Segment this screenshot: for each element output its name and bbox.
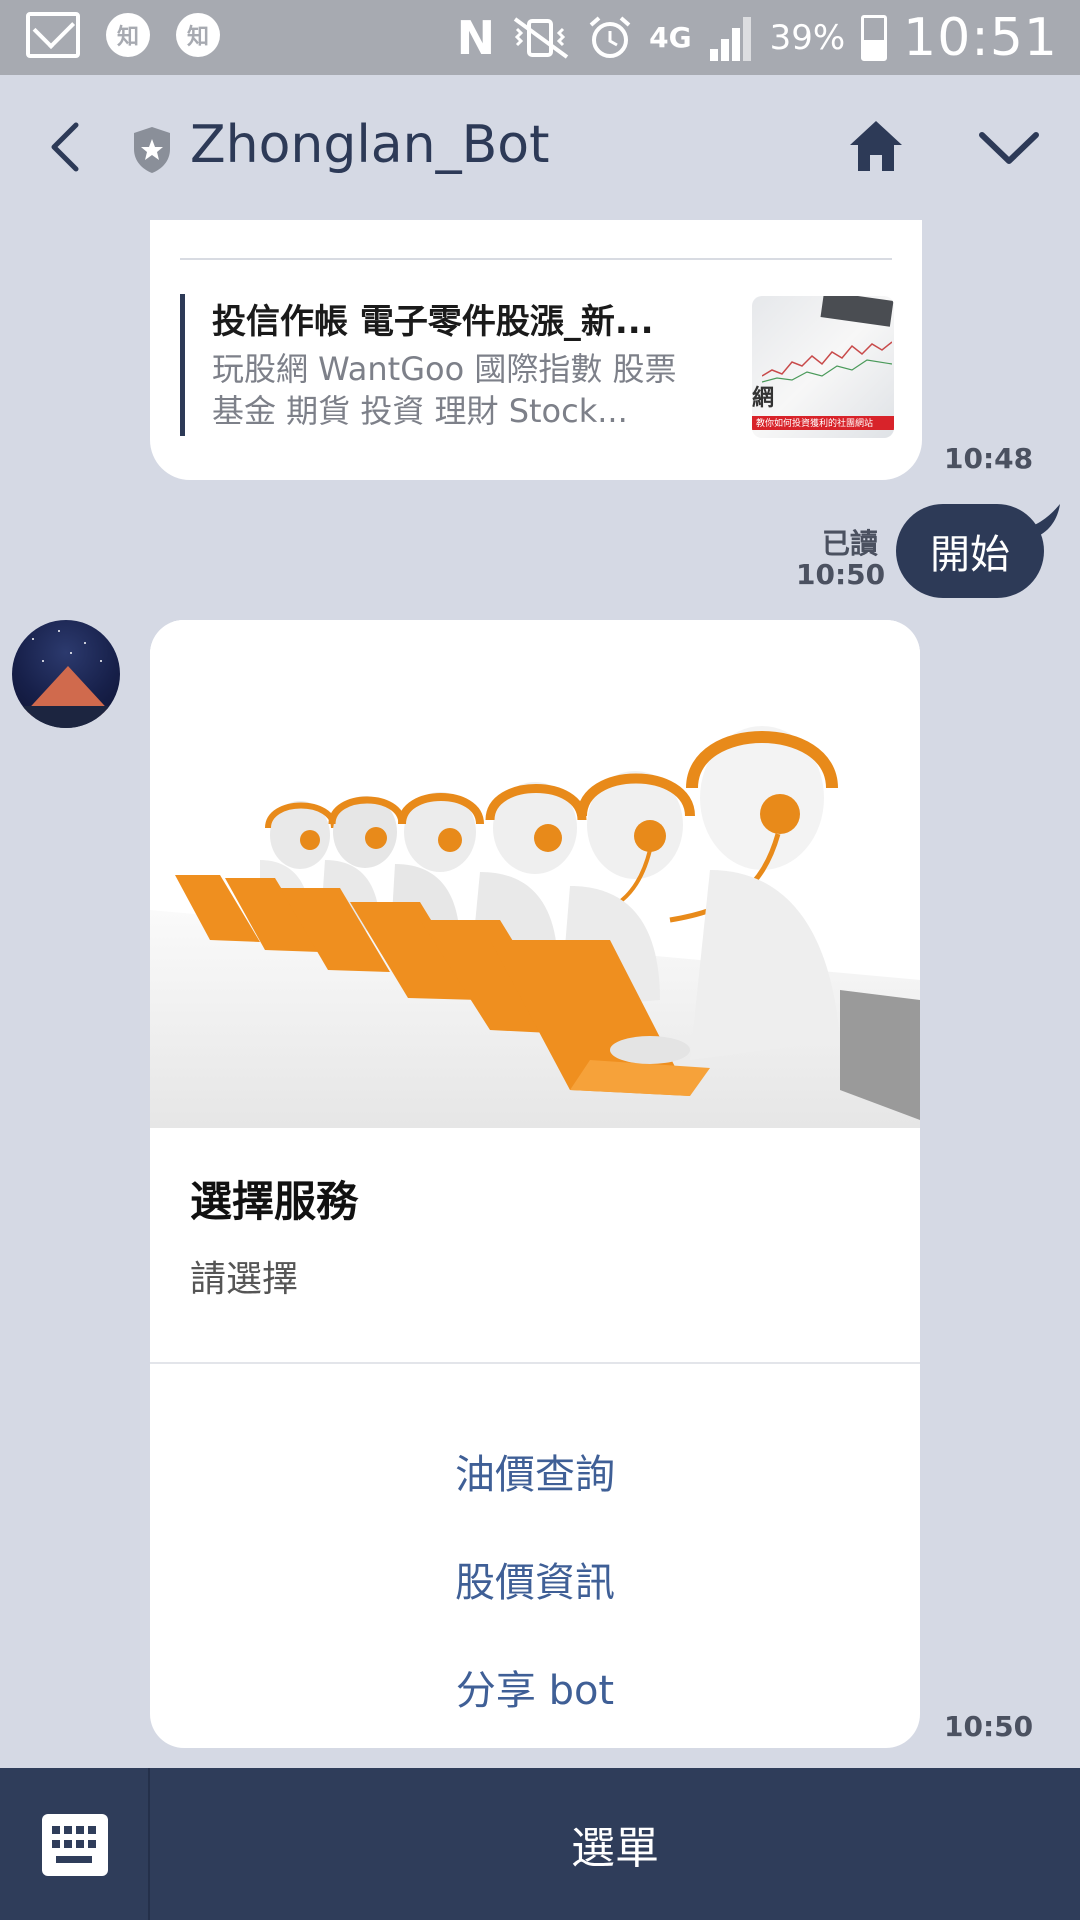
- message-time: 10:48: [944, 442, 1034, 475]
- zhihu-icon: 知: [176, 13, 220, 57]
- call-center-image: [150, 620, 920, 1128]
- link-description: 玩股網 WantGoo 國際指數 股票 基金 期貨 投資 理財 Stock...: [212, 350, 677, 430]
- system-icons: N 4G 39% 10:51: [457, 4, 1058, 72]
- keyboard-photo: [820, 296, 894, 327]
- divider: [180, 258, 892, 260]
- bottom-menu-bar: 選單: [0, 1768, 1080, 1920]
- card-title: 選擇服務: [190, 1177, 359, 1226]
- stock-chart-photo: [762, 341, 892, 383]
- message-time: 10:50: [944, 1710, 1034, 1743]
- home-icon[interactable]: [846, 117, 906, 175]
- template-message-card: 選擇服務 請選擇 油價查詢 股價資訊 分享 bot: [150, 620, 920, 1748]
- action-stock-price-button[interactable]: 股價資訊: [150, 1550, 920, 1608]
- message-time: 10:50: [796, 558, 886, 591]
- thumb-tagline: 教你如何投資獲利的社團網站: [752, 416, 894, 430]
- thumb-brand: 網: [752, 386, 775, 411]
- chat-header: Zhonglan_Bot: [0, 75, 1080, 220]
- user-message-bubble[interactable]: 開始: [896, 504, 1044, 598]
- quote-bar: [180, 294, 185, 436]
- link-thumbnail[interactable]: 網 教你如何投資獲利的社團網站: [752, 296, 894, 438]
- chevron-down-icon[interactable]: [976, 125, 1042, 169]
- official-account-shield-icon: [134, 127, 170, 173]
- status-bar: 知 知 N 4G 39% 10:51: [0, 0, 1080, 75]
- zhihu-icon: 知: [106, 13, 150, 57]
- action-share-bot-button[interactable]: 分享 bot: [150, 1658, 920, 1716]
- action-oil-price-button[interactable]: 油價查詢: [150, 1442, 920, 1500]
- signal-icon: [708, 15, 754, 61]
- clock: 10:51: [903, 8, 1058, 68]
- chat-title: Zhonglan_Bot: [190, 115, 550, 175]
- back-arrow-icon[interactable]: [40, 119, 96, 175]
- network-type: 4G: [649, 21, 692, 54]
- keyboard-icon: [42, 1814, 108, 1876]
- notification-icons: 知 知: [26, 12, 220, 58]
- read-receipt: 已讀: [821, 527, 878, 560]
- ground-shape: [12, 706, 120, 728]
- link-title[interactable]: 投信作帳 電子零件股漲_新...: [212, 294, 672, 343]
- vibrate-mute-icon: [513, 17, 569, 59]
- battery-icon: [861, 15, 888, 61]
- chat-area[interactable]: 投信作帳 電子零件股漲_新... 玩股網 WantGoo 國際指數 股票 基金 …: [0, 220, 1080, 1768]
- card-text: 請選擇: [190, 1259, 299, 1300]
- alarm-icon: [589, 16, 631, 58]
- gmail-icon: [26, 12, 80, 58]
- link-preview-card[interactable]: 投信作帳 電子零件股漲_新... 玩股網 WantGoo 國際指數 股票 基金 …: [150, 220, 922, 480]
- menu-button[interactable]: 選單: [150, 1768, 1080, 1920]
- keyboard-toggle-button[interactable]: [0, 1768, 150, 1920]
- nfc-icon: N: [456, 11, 496, 65]
- battery-percent: 39%: [769, 18, 846, 58]
- bot-avatar[interactable]: [12, 620, 120, 728]
- divider: [150, 1362, 920, 1364]
